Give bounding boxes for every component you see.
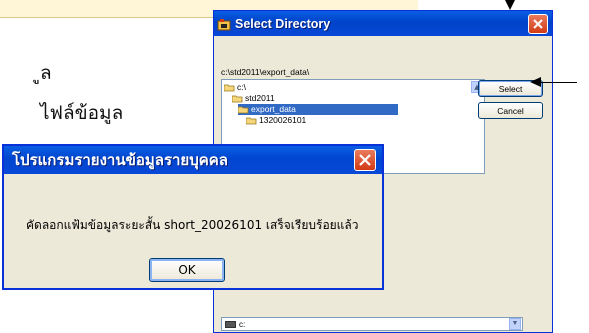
tree-item-label: export_data bbox=[251, 104, 296, 114]
tree-item-label: std2011 bbox=[245, 93, 275, 103]
app-icon bbox=[217, 17, 231, 31]
message-text: คัดลอกแฟ้มข้อมูลระยะสั้น short_20026101 … bbox=[26, 218, 359, 232]
open-folder-icon bbox=[231, 95, 243, 103]
message-title: โปรแกรมรายงานข้อมูลรายบุคคล bbox=[12, 151, 228, 169]
select-directory-titlebar[interactable]: Select Directory bbox=[214, 11, 552, 36]
arrow-down-icon bbox=[505, 0, 515, 10]
folder-icon bbox=[245, 117, 257, 125]
drive-dropdown[interactable]: c: ▼ bbox=[221, 317, 523, 331]
open-folder-icon bbox=[223, 84, 235, 92]
tree-item-std2011[interactable]: std2011 bbox=[231, 93, 275, 104]
current-path-label: c:\std2011\export_data\ bbox=[221, 67, 310, 77]
tree-item-export-data[interactable]: export_data bbox=[237, 104, 398, 115]
tree-item-1320026101[interactable]: 1320026101 bbox=[245, 115, 307, 126]
cancel-button[interactable]: Cancel bbox=[478, 102, 543, 119]
message-dialog: โปรแกรมรายงานข้อมูลรายบุคคล คัดลอกแฟ้มข้… bbox=[2, 144, 384, 290]
select-directory-title: Select Directory bbox=[235, 16, 331, 31]
tree-item-drive[interactable]: c:\ bbox=[223, 82, 246, 93]
ok-button[interactable]: OK bbox=[149, 258, 225, 282]
open-folder-icon bbox=[237, 106, 249, 114]
chevron-down-icon[interactable]: ▼ bbox=[509, 318, 521, 330]
drive-icon bbox=[225, 320, 236, 328]
pointer-arrow-line bbox=[540, 82, 577, 83]
message-close-button[interactable] bbox=[354, 149, 376, 171]
select-directory-close-button[interactable] bbox=[528, 14, 548, 34]
document-text-line-1: ูล bbox=[40, 62, 52, 84]
document-text-line-2: ไฟล์ข้อมูล bbox=[40, 102, 124, 124]
close-icon bbox=[359, 154, 371, 166]
close-icon bbox=[533, 19, 543, 29]
message-titlebar[interactable]: โปรแกรมรายงานข้อมูลรายบุคคล bbox=[4, 146, 382, 174]
tree-item-label: 1320026101 bbox=[259, 115, 307, 125]
tree-item-label: c:\ bbox=[237, 82, 246, 92]
drive-value: c: bbox=[239, 319, 246, 329]
arrow-left-icon bbox=[530, 77, 541, 87]
